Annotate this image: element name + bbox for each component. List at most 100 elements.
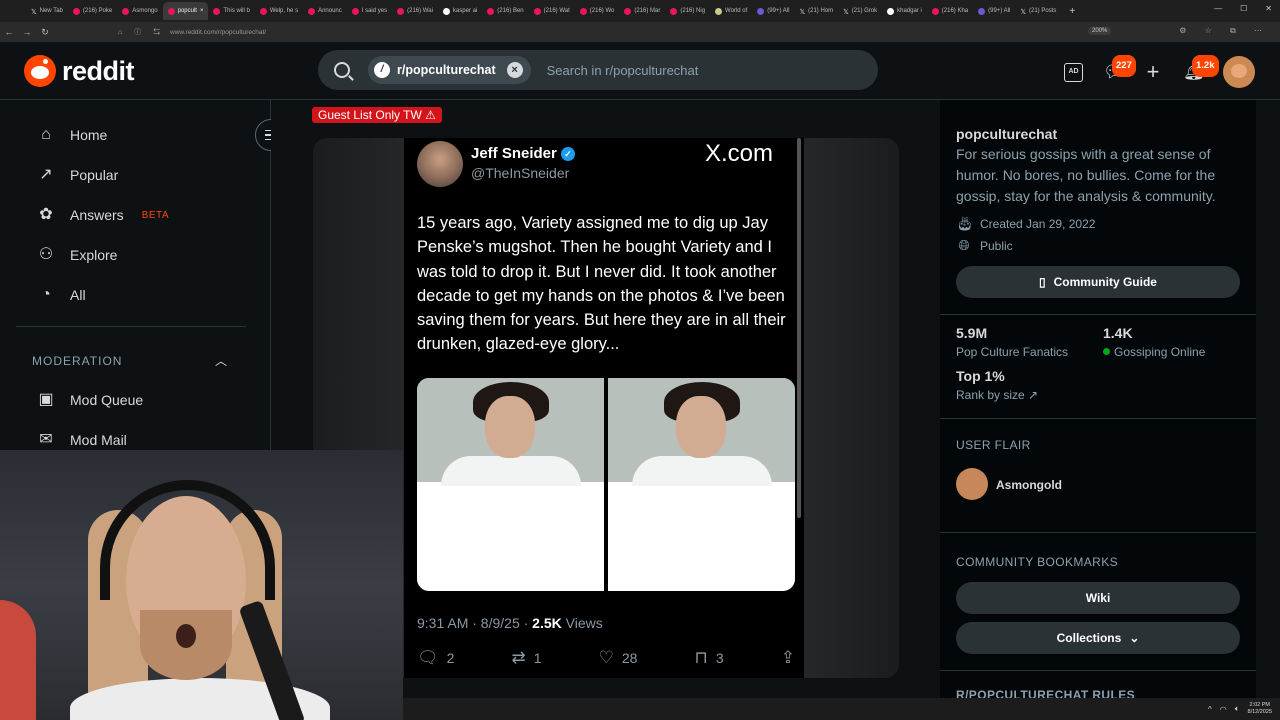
reddit-logo[interactable]: reddit (24, 55, 135, 87)
mod-queue-icon: ▣ (38, 391, 54, 408)
forward-icon[interactable]: → (18, 27, 36, 37)
reload-icon[interactable]: ↻ (36, 27, 54, 38)
tab-close-icon[interactable]: × (200, 8, 204, 14)
divider (940, 314, 1256, 315)
extension-icons[interactable]: ⚙ ☆ ⧉ ⋯ (1179, 26, 1270, 36)
tab-favicon-icon (167, 7, 175, 15)
browser-tab[interactable]: (216) Wo (575, 2, 620, 20)
browser-tab[interactable]: popcult × (162, 2, 209, 20)
maximize-icon[interactable]: ☐ (1240, 4, 1247, 13)
notifications-badge: 1.2k (1192, 55, 1219, 77)
sidebar-item-label: Popular (70, 167, 119, 183)
tab-favicon-icon (72, 7, 80, 15)
tab-favicon-icon (397, 7, 405, 15)
rank-label[interactable]: Rank by size ↗ (956, 388, 1038, 402)
browser-tab[interactable]: khadgar i (882, 2, 927, 20)
tab-label: (216) Wat (543, 8, 570, 14)
minimize-icon[interactable]: — (1214, 4, 1222, 13)
reddit-snoo-icon (24, 55, 56, 87)
browser-tab[interactable]: Welp, he s (255, 2, 303, 20)
tab-label: (99+) All (767, 8, 790, 14)
subreddit-chip[interactable]: / r/popculturechat × (368, 56, 531, 84)
browser-tab[interactable]: Asmongo (117, 2, 162, 20)
url-field[interactable]: www.reddit.com/r/popculturechat/ (170, 29, 266, 36)
browser-tab[interactable]: (216) Ben (482, 2, 528, 20)
browser-tab[interactable]: (216) Mar (619, 2, 665, 20)
browser-tab[interactable]: 𝕏 (21) Grok (838, 2, 882, 20)
new-tab-button[interactable]: + (1061, 6, 1083, 17)
tab-favicon-icon (715, 7, 723, 15)
browser-tab[interactable]: (216) Wai (392, 2, 438, 20)
community-guide-button[interactable]: ▯ Community Guide (956, 266, 1240, 298)
browser-tab[interactable]: I said yes (347, 2, 392, 20)
verified-icon: ✓ (560, 147, 575, 161)
tab-label: (216) Kha (941, 8, 969, 14)
sidebar-item-explore[interactable]: ⚇ Explore (36, 245, 118, 265)
chevron-up-icon[interactable]: ︿ (215, 352, 227, 369)
browser-tab[interactable]: 𝕏 (21) Hom (794, 2, 838, 20)
browser-tab-strip: 𝕏 New Tab (216) Poke Asmongo popcult × This wi… (0, 0, 1280, 22)
logo-text: reddit (62, 55, 135, 86)
tab-label: (21) Hom (808, 8, 834, 14)
subreddit-chip-label: r/popculturechat (397, 63, 496, 77)
browser-tab[interactable]: kasper ai (438, 2, 482, 20)
browser-tab[interactable]: This will b (208, 2, 254, 20)
globe-icon: 🌐︎ (958, 237, 970, 253)
browser-tab[interactable]: (216) Kha (927, 2, 973, 20)
advertise-icon[interactable]: AD (1064, 62, 1083, 82)
volume-icon[interactable]: 🔈︎ (1235, 704, 1240, 714)
chat-icon[interactable]: 💬︎227 (1103, 55, 1136, 82)
back-icon[interactable]: ← (0, 27, 18, 37)
sidebar-item-home[interactable]: ⌂ Home (36, 125, 107, 145)
browser-tab[interactable]: (99+) All (752, 2, 794, 20)
tray-chevron-icon[interactable]: ^ (1208, 705, 1212, 714)
notifications-icon[interactable]: 🔔︎1.2k (1183, 55, 1219, 82)
browser-tab[interactable]: 𝕏 (21) Posts (1015, 2, 1061, 20)
cake-icon: 🎂︎ (956, 215, 974, 231)
clock[interactable]: 2:02 PM 8/12/2025 (1248, 702, 1272, 716)
tab-favicon-icon: 𝕏 (31, 8, 37, 16)
close-icon[interactable]: ✕ (1265, 4, 1272, 13)
tab-label: Welp, he s (269, 8, 299, 14)
sidebar-item-answers[interactable]: ✿ Answers BETA (36, 205, 169, 225)
wiki-button[interactable]: Wiki (956, 582, 1240, 614)
create-post-icon[interactable]: + (1143, 61, 1163, 83)
tweet-scrollbar[interactable] (797, 138, 801, 518)
tweet-author: Jeff Sneider ✓ (471, 145, 575, 162)
sidebar-item-label: All (70, 287, 86, 303)
sidebar-item-popular[interactable]: ↗ Popular (36, 165, 118, 185)
divider (940, 670, 1256, 671)
tab-label: popcult (177, 8, 197, 14)
sidebar-item-all[interactable]: ◔ All (36, 285, 86, 305)
clear-chip-icon[interactable]: × (506, 62, 523, 78)
user-flair-heading: USER FLAIR (956, 438, 1031, 452)
collections-button[interactable]: Collections ⌄ (956, 622, 1240, 654)
browser-tab[interactable]: (216) Wat (529, 2, 575, 20)
browser-tab[interactable]: World of (710, 2, 752, 20)
post-flair[interactable]: Guest List Only TW ⚠ (312, 107, 442, 123)
browser-tab[interactable]: Announc (303, 2, 347, 20)
mugshot-image-left (417, 378, 604, 591)
zoom-indicator[interactable]: 200% (1088, 27, 1112, 35)
sidebar-item-mod-queue[interactable]: ▣ Mod Queue (36, 390, 143, 410)
wifi-icon[interactable]: ◠ (1220, 705, 1227, 714)
explore-icon: ⚇ (38, 246, 54, 263)
browser-tab[interactable]: (99+) All (973, 2, 1015, 20)
community-sidebar: popculturechat For serious gossips with … (940, 100, 1256, 720)
members-label: Pop Culture Fanatics (956, 345, 1069, 359)
user-flair-name[interactable]: Asmongold (996, 478, 1062, 492)
user-avatar[interactable] (1223, 56, 1255, 88)
site-info-icons[interactable]: ⌂ ⓘ ⇆ (118, 27, 165, 37)
chat-badge: 227 (1112, 55, 1136, 77)
tweet-bookmark: ⊓ 3 (694, 648, 724, 667)
sidebar-item-mod-mail[interactable]: ✉ Mod Mail (36, 430, 127, 450)
browser-tab[interactable]: 𝕏 New Tab (26, 2, 68, 20)
tab-favicon-icon (931, 7, 939, 15)
browser-tab[interactable]: (216) Nig (665, 2, 710, 20)
search-input[interactable]: Search in r/popculturechat (547, 63, 699, 78)
browser-tab[interactable]: (216) Poke (68, 2, 117, 20)
moderation-heading[interactable]: MODERATION (32, 354, 122, 368)
tab-label: (216) Mar (634, 8, 661, 14)
search-bar[interactable]: / r/popculturechat × Search in r/popcult… (318, 50, 878, 90)
members-count: 5.9M (956, 325, 988, 341)
